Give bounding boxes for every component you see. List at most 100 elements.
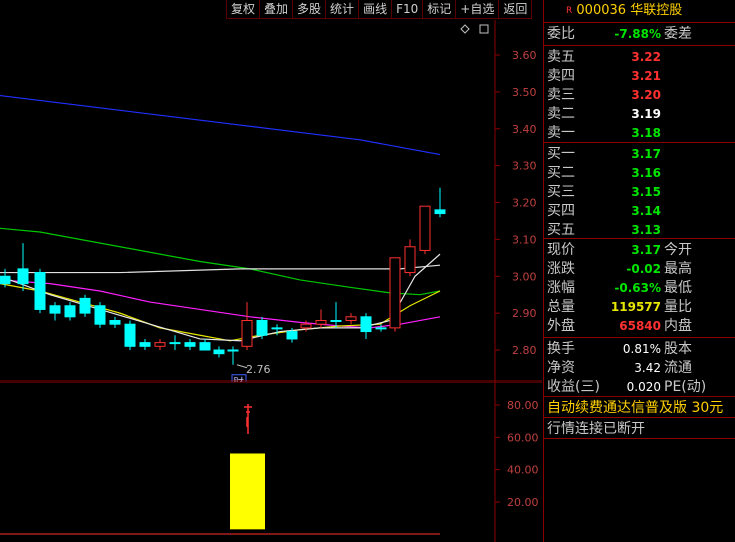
toolbar: 复权 叠加 多股 统计 画线 F10 标记 +自选 返回	[226, 0, 533, 20]
volume-tick-label: 40.00	[507, 464, 539, 477]
weicha-label: 委差	[664, 26, 692, 42]
buys-row-3[interactable]: 买四 3.14	[544, 202, 735, 220]
price-tick-label: 3.20	[512, 197, 537, 210]
stock-title: R 000036 华联控股	[544, 0, 735, 22]
price-tick-label: 3.10	[512, 233, 537, 246]
candle	[139, 338, 151, 350]
buys-price: 3.15	[631, 185, 661, 199]
zuidi-label: 最低	[664, 280, 692, 296]
huanshou-label: 换手	[547, 341, 575, 357]
sells-price: 3.21	[631, 69, 661, 83]
guben-label: 股本	[664, 341, 692, 357]
connection-status: 行情连接已断开	[547, 421, 645, 437]
buys-label: 买三	[547, 184, 575, 200]
waipan-label: 外盘	[547, 318, 575, 334]
xianjia-label: 现价	[547, 242, 575, 258]
liutong-label: 流通	[664, 360, 692, 376]
candle	[199, 338, 211, 351]
buys-label: 买二	[547, 165, 575, 181]
price-tick-label: 3.40	[512, 123, 537, 136]
toolbar-button-5[interactable]: F10	[391, 0, 424, 19]
shouyi-label: 收益(三)	[547, 379, 600, 395]
jinkai-label: 今开	[664, 242, 692, 258]
sells-row-4[interactable]: 卖一 3.18	[544, 124, 735, 142]
xianjia-row: 现价 3.17 今开	[544, 241, 735, 259]
candle	[169, 335, 181, 350]
huanshou-value: 0.81%	[622, 342, 661, 356]
zuigao-label: 最高	[664, 261, 692, 277]
candle	[360, 313, 372, 339]
waipan-row: 外盘 65840 内盘	[544, 317, 735, 335]
sells-price: 3.20	[631, 88, 661, 102]
candle	[434, 187, 446, 218]
pe-label: PE(动)	[664, 379, 707, 395]
sells-label: 卖一	[547, 125, 575, 141]
ma-line-blue	[0, 94, 441, 156]
zongliang-row: 总量 119577 量比	[544, 298, 735, 316]
candle	[330, 302, 342, 328]
toolbar-button-8[interactable]: 返回	[498, 0, 533, 19]
candle	[227, 346, 239, 365]
buys-row-2[interactable]: 买三 3.15	[544, 183, 735, 201]
candle	[154, 338, 166, 350]
price-tick-label: 2.80	[512, 344, 537, 357]
toolbar-button-6[interactable]: 标记	[422, 0, 457, 19]
kline-chart[interactable]: 3.60 3.50 3.40 3.30 3.20 3.10 3.00 2.90 2.80 2.76…	[0, 20, 542, 382]
candle	[94, 302, 106, 328]
volume-tick-label: 80.00	[507, 399, 539, 412]
buys-label: 买一	[547, 146, 575, 162]
volume-tick-label: 20.00	[507, 496, 539, 509]
weibi-label: 委比	[547, 26, 575, 42]
candle	[345, 313, 357, 325]
ma-line-white	[0, 264, 441, 274]
jingzi-row: 净资 3.42 流通	[544, 359, 735, 377]
price-tick-label: 3.50	[512, 86, 537, 99]
toolbar-button-3[interactable]: 统计	[325, 0, 360, 19]
toolbar-button-4[interactable]: 画线	[358, 0, 393, 19]
toolbar-button-1[interactable]: 叠加	[259, 0, 294, 19]
candle	[49, 302, 61, 321]
quote-panel: R 000036 华联控股 委比 -7.88% 委差 卖五 3.22 卖四 3.21 卖…	[543, 0, 735, 542]
sells-row-3[interactable]: 卖二 3.19	[544, 105, 735, 123]
toolbar-button-0[interactable]: 复权	[226, 0, 261, 19]
volume-chart[interactable]: 80.00 60.00 40.00 20.00	[0, 382, 542, 542]
shouyi-row: 收益(三) 0.020 PE(动)	[544, 378, 735, 396]
buys-price: 3.13	[631, 223, 661, 237]
zhangdie-value: -0.02	[626, 262, 661, 276]
candle	[0, 268, 11, 288]
toolbar-button-2[interactable]: 多股	[292, 0, 327, 19]
shouyi-value: 0.020	[626, 380, 661, 394]
diamond-icon[interactable]	[460, 24, 470, 34]
sells-row-0[interactable]: 卖五 3.22	[544, 48, 735, 66]
candle	[213, 346, 225, 358]
sells-label: 卖二	[547, 106, 575, 122]
liangbi-label: 量比	[664, 299, 692, 315]
neipan-label: 内盘	[664, 318, 692, 334]
square-icon[interactable]	[479, 24, 489, 34]
buys-row-4[interactable]: 买五 3.13	[544, 221, 735, 239]
toolbar-button-7[interactable]: +自选	[455, 0, 500, 19]
stock-badge: R	[566, 6, 573, 16]
ad-banner[interactable]: 自动续费通达信普及版 30元	[547, 397, 723, 417]
buys-price: 3.17	[631, 147, 661, 161]
candle	[419, 205, 431, 255]
price-tick-label: 3.60	[512, 49, 537, 62]
candle	[241, 302, 253, 350]
zongliang-value: 119577	[610, 300, 661, 314]
price-tick-label: 3.30	[512, 160, 537, 173]
ma-line-magenta	[0, 279, 441, 329]
sells-row-2[interactable]: 卖三 3.20	[544, 86, 735, 104]
candle	[17, 243, 29, 291]
buys-row-0[interactable]: 买一 3.17	[544, 145, 735, 163]
jingzi-label: 净资	[547, 360, 575, 376]
candle	[404, 239, 416, 277]
candle	[79, 294, 91, 317]
buys-row-1[interactable]: 买二 3.16	[544, 164, 735, 182]
stock-name: 华联控股	[630, 3, 683, 18]
sells-price: 3.19	[631, 107, 661, 121]
jingzi-value: 3.42	[634, 361, 661, 375]
price-tick-label: 2.90	[512, 307, 537, 320]
sells-row-1[interactable]: 卖四 3.21	[544, 67, 735, 85]
sells-label: 卖四	[547, 68, 575, 84]
candle	[184, 338, 196, 350]
